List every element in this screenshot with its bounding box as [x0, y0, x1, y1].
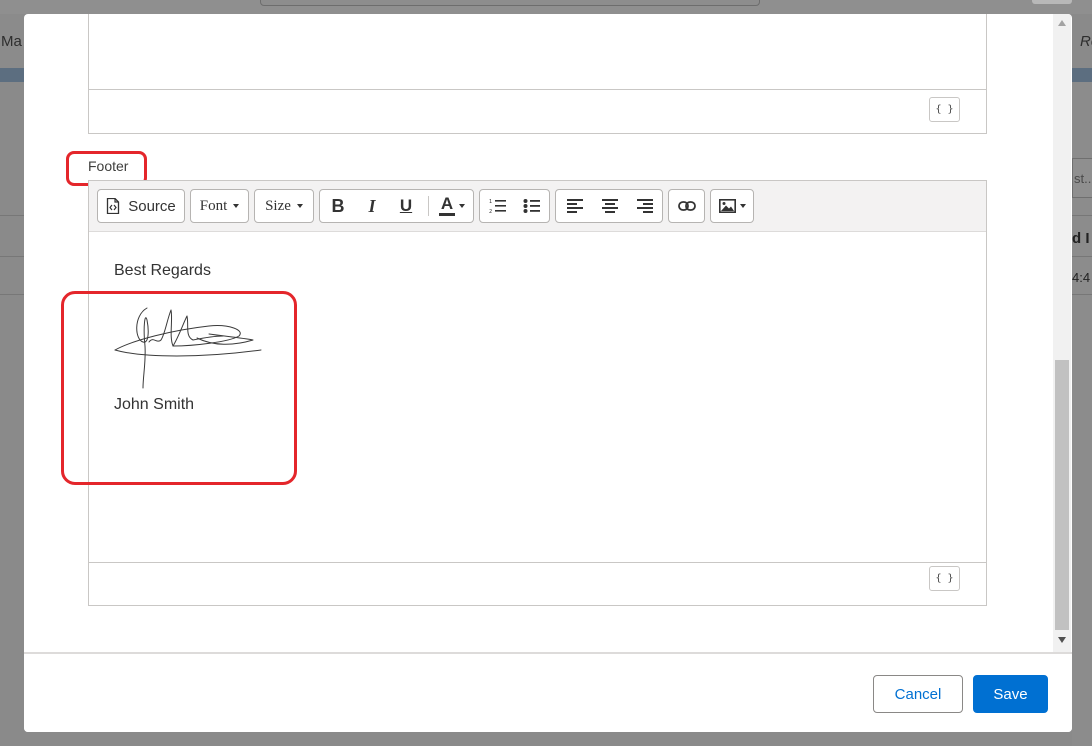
save-button[interactable]: Save	[973, 675, 1048, 713]
underline-button[interactable]: U	[390, 190, 422, 222]
editor-status-bar: { }	[89, 89, 986, 133]
italic-button[interactable]: I	[356, 190, 388, 222]
background-stripe-left	[0, 68, 24, 82]
bulleted-list-button[interactable]	[516, 190, 548, 222]
toolbar-separator	[428, 196, 429, 216]
svg-text:2: 2	[489, 209, 492, 214]
source-label: Source	[128, 197, 176, 215]
numbered-list-icon: 1 2	[489, 199, 506, 214]
text-color-swatch	[439, 213, 455, 216]
svg-text:1: 1	[489, 199, 492, 205]
align-right-icon	[637, 199, 653, 213]
text-style-group: B I U A	[319, 189, 474, 223]
image-icon	[718, 199, 736, 213]
greeting-text: Best Regards	[114, 262, 211, 279]
background-search-input: st...	[1072, 158, 1092, 198]
align-left-icon	[567, 199, 583, 213]
background-divider	[0, 294, 24, 295]
text-color-icon: A	[439, 194, 455, 216]
background-stripe-right	[1072, 68, 1092, 82]
font-dropdown[interactable]: Font	[190, 189, 249, 223]
header-rich-text-editor[interactable]: { }	[88, 14, 987, 134]
modal-footer: Cancel Save	[24, 652, 1072, 732]
insert-merge-field-button[interactable]: { }	[929, 97, 960, 122]
align-center-button[interactable]	[593, 190, 627, 222]
bold-icon: B	[331, 195, 345, 216]
background-divider	[0, 215, 24, 216]
text-color-letter: A	[440, 194, 454, 213]
background-search-bar	[260, 0, 760, 6]
scrollbar-thumb[interactable]	[1055, 360, 1069, 630]
background-divider	[1072, 215, 1092, 216]
underline-icon: U	[399, 196, 413, 215]
chevron-down-icon	[233, 204, 240, 208]
size-dropdown[interactable]: Size	[254, 189, 314, 223]
bold-button[interactable]: B	[322, 190, 354, 222]
footer-rich-text-editor: Source Font Size B I U A 1 2 Best Regard…	[61, 180, 987, 606]
link-icon	[677, 201, 696, 211]
align-right-button[interactable]	[628, 190, 662, 222]
background-nav-item: Ma	[1, 33, 22, 50]
numbered-list-button[interactable]: 1 2	[482, 190, 514, 222]
background-corner-button	[1032, 0, 1072, 4]
insert-merge-field-button[interactable]: { }	[929, 566, 960, 591]
list-group: 1 2	[479, 189, 550, 223]
modal-scrollbar[interactable]	[1053, 14, 1071, 652]
source-button[interactable]: Source	[97, 189, 185, 223]
scroll-up-arrow-icon[interactable]	[1058, 20, 1066, 26]
italic-icon: I	[368, 195, 376, 216]
size-label: Size	[265, 197, 291, 214]
background-nav-item-right: Re	[1080, 33, 1092, 50]
align-left-button[interactable]	[558, 190, 592, 222]
cancel-button[interactable]: Cancel	[873, 675, 963, 713]
chevron-down-icon	[296, 204, 303, 208]
insert-link-button[interactable]	[668, 189, 705, 223]
footer-editor-content[interactable]: Best Regards John Smith	[61, 232, 986, 562]
editor-status-bar: { }	[89, 562, 986, 605]
edit-template-modal: { } Footer Source Font Size B I U A 1 2 …	[24, 14, 1072, 732]
background-divider	[1072, 256, 1092, 257]
highlight-annotation-content	[61, 291, 297, 485]
bulleted-list-icon	[523, 199, 540, 213]
alignment-group	[555, 189, 663, 223]
font-label: Font	[199, 197, 228, 214]
editor-toolbar: Source Font Size B I U A 1 2	[89, 181, 986, 232]
background-time-cell: 4:4	[1072, 270, 1091, 285]
insert-image-dropdown[interactable]	[710, 189, 754, 223]
modal-body: { } Footer Source Font Size B I U A 1 2 …	[24, 14, 1072, 652]
background-divider	[0, 256, 24, 257]
chevron-down-icon	[739, 204, 746, 208]
chevron-down-icon	[459, 204, 465, 208]
scroll-down-arrow-icon[interactable]	[1058, 637, 1066, 643]
background-divider	[1072, 294, 1092, 295]
align-center-icon	[602, 199, 618, 213]
source-code-icon	[107, 198, 120, 214]
text-color-button[interactable]: A	[432, 190, 472, 222]
background-column-heading: d I	[1072, 230, 1090, 247]
